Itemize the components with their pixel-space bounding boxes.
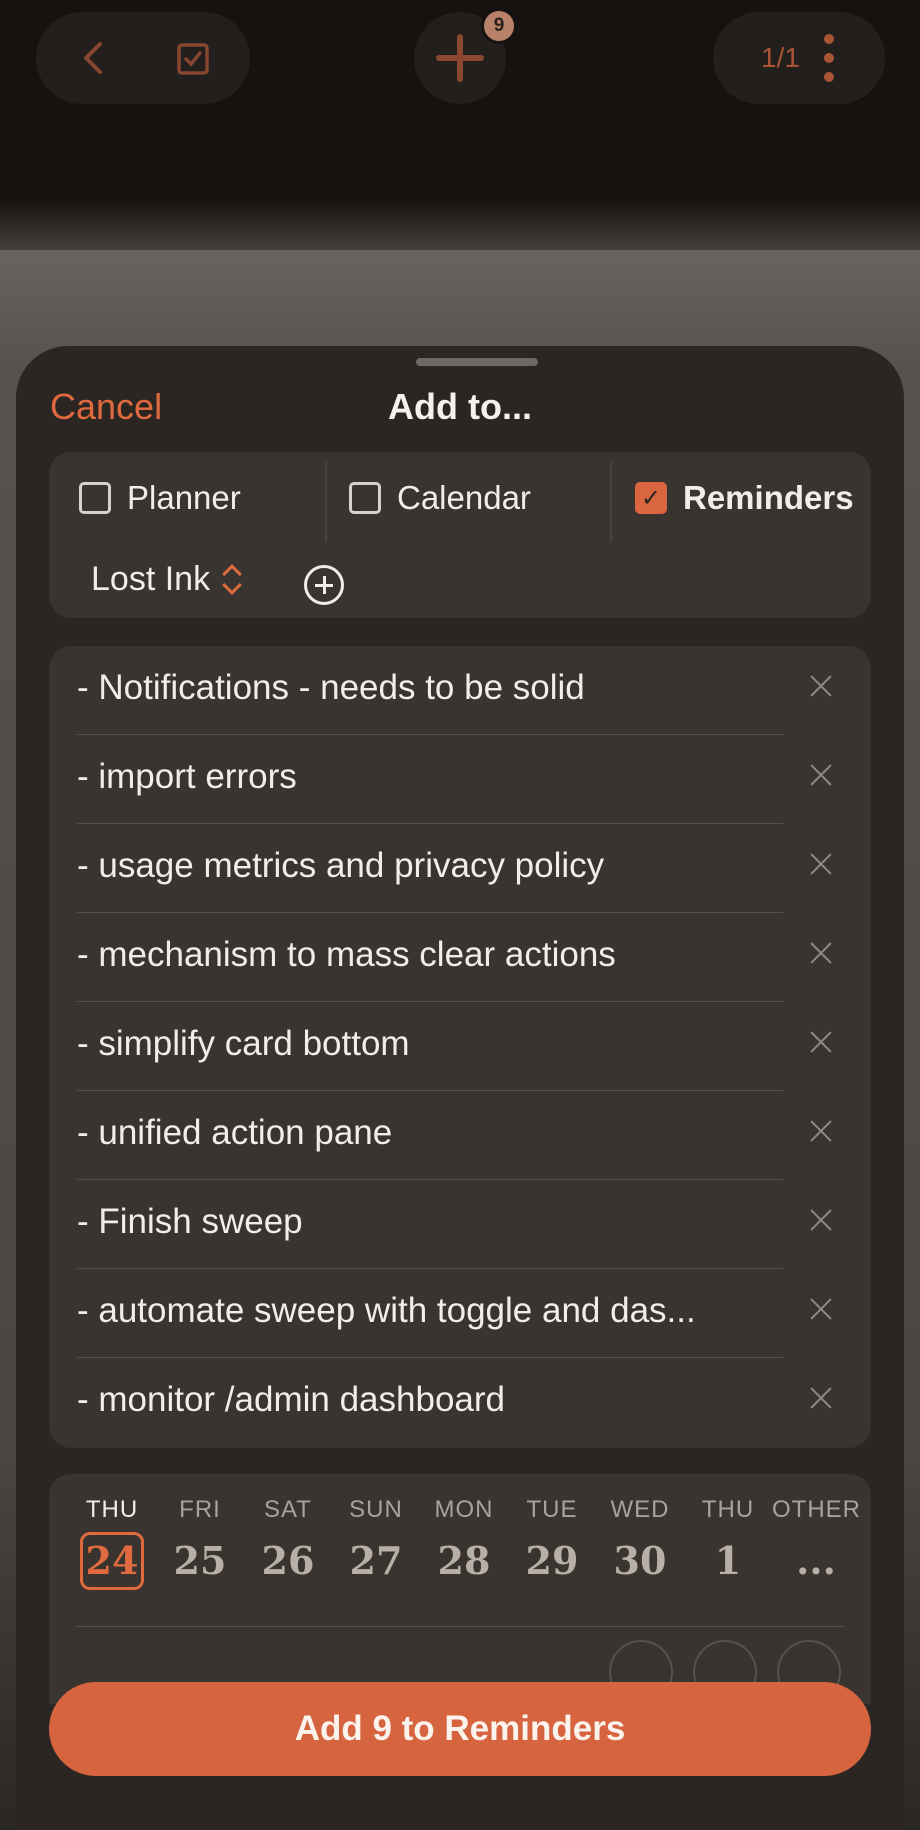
- sheet-grabber[interactable]: [416, 358, 538, 366]
- up-down-chevron-icon: [222, 563, 242, 597]
- back-icon[interactable]: [76, 40, 112, 76]
- day-number: 26: [261, 1538, 315, 1583]
- day-name: TUE: [526, 1496, 578, 1523]
- remove-icon[interactable]: [809, 763, 833, 787]
- add-to-reminders-button[interactable]: Add 9 to Reminders: [49, 1682, 871, 1776]
- remove-icon[interactable]: [809, 1208, 833, 1232]
- day-number: 29: [525, 1538, 579, 1583]
- item-text: - import errors: [77, 757, 297, 796]
- item-text: - monitor /admin dashboard: [77, 1380, 505, 1419]
- item-text: - Finish sweep: [77, 1202, 303, 1241]
- divider: [325, 462, 327, 542]
- day-name: WED: [610, 1496, 670, 1523]
- day-name: THU: [701, 1496, 755, 1523]
- destination-label: Calendar: [397, 479, 531, 516]
- item-text: - unified action pane: [77, 1113, 393, 1152]
- day-number: 25: [173, 1538, 227, 1583]
- divider: [610, 462, 612, 542]
- date-option[interactable]: SUN 27: [332, 1496, 420, 1590]
- date-option[interactable]: TUE 29: [508, 1496, 596, 1590]
- top-toolbar: 9 1/1: [0, 0, 920, 110]
- more-icon[interactable]: [823, 34, 835, 82]
- day-name: MON: [434, 1496, 494, 1523]
- list-item[interactable]: - monitor /admin dashboard: [49, 1358, 871, 1447]
- day-number: 1: [714, 1538, 742, 1583]
- page-indicator: 1/1: [761, 42, 800, 73]
- list-item[interactable]: - Finish sweep: [49, 1180, 871, 1269]
- remove-icon[interactable]: [809, 674, 833, 698]
- item-text: - Notifications - needs to be solid: [77, 668, 585, 707]
- remove-icon[interactable]: [809, 1119, 833, 1143]
- destination-panel: Planner Calendar ✓ Reminders Lost Ink: [49, 452, 871, 618]
- destination-label: Reminders: [683, 479, 854, 516]
- day-name: OTHER: [772, 1496, 861, 1523]
- date-option[interactable]: FRI 25: [156, 1496, 244, 1590]
- item-text: - simplify card bottom: [77, 1024, 410, 1063]
- nav-pill: [36, 12, 250, 104]
- date-option[interactable]: MON 28: [420, 1496, 508, 1590]
- item-text: - usage metrics and privacy policy: [77, 846, 605, 885]
- remove-icon[interactable]: [809, 941, 833, 965]
- items-list: - Notifications - needs to be solid - im…: [49, 646, 871, 1448]
- divider: [75, 1626, 845, 1627]
- item-text: - mechanism to mass clear actions: [77, 935, 616, 974]
- date-picker: THU 24 FRI 25 SAT 26 SUN 27 MON 28 TUE 2…: [49, 1474, 871, 1704]
- day-number: 28: [437, 1538, 491, 1583]
- date-option[interactable]: THU 24: [68, 1496, 156, 1590]
- list-item[interactable]: - unified action pane: [49, 1091, 871, 1180]
- remove-icon[interactable]: [809, 1030, 833, 1054]
- remove-icon[interactable]: [809, 852, 833, 876]
- day-name: SAT: [264, 1496, 312, 1523]
- destination-label: Planner: [127, 479, 241, 516]
- checkbox-icon[interactable]: [176, 42, 210, 76]
- remove-icon[interactable]: [809, 1386, 833, 1410]
- destination-reminders[interactable]: ✓ Reminders: [635, 452, 854, 544]
- day-number: 27: [349, 1538, 403, 1583]
- list-item[interactable]: - Notifications - needs to be solid: [49, 646, 871, 735]
- list-item[interactable]: - usage metrics and privacy policy: [49, 824, 871, 913]
- reminder-list-selector[interactable]: Lost Ink: [91, 560, 242, 599]
- date-option-other[interactable]: OTHER ...: [772, 1496, 860, 1590]
- day-number: 30: [613, 1538, 667, 1583]
- page-pill: 1/1: [713, 12, 885, 104]
- list-item[interactable]: - simplify card bottom: [49, 1002, 871, 1091]
- day-number: ...: [796, 1538, 836, 1583]
- destination-calendar[interactable]: Calendar: [349, 452, 531, 544]
- checkbox-icon: [349, 482, 381, 514]
- day-number: 24: [80, 1532, 144, 1590]
- day-name: THU: [85, 1496, 139, 1523]
- list-item[interactable]: - automate sweep with toggle and das...: [49, 1269, 871, 1358]
- plus-icon: [436, 34, 484, 82]
- list-name: Lost Ink: [91, 560, 211, 598]
- sheet-title: Add to...: [388, 386, 532, 427]
- date-option[interactable]: SAT 26: [244, 1496, 332, 1590]
- list-item[interactable]: - import errors: [49, 735, 871, 824]
- count-badge: 9: [481, 8, 517, 44]
- day-name: FRI: [179, 1496, 221, 1523]
- item-text: - automate sweep with toggle and das...: [77, 1291, 696, 1330]
- date-option[interactable]: WED 30: [596, 1496, 684, 1590]
- checkmark-icon: ✓: [635, 482, 667, 514]
- day-name: SUN: [349, 1496, 403, 1523]
- add-list-icon[interactable]: [304, 565, 344, 605]
- destination-planner[interactable]: Planner: [79, 452, 241, 544]
- remove-icon[interactable]: [809, 1297, 833, 1321]
- checkbox-icon: [79, 482, 111, 514]
- date-option[interactable]: THU 1: [684, 1496, 772, 1590]
- add-to-sheet: Cancel Add to... Planner Calendar ✓ Remi…: [16, 346, 904, 1830]
- list-item[interactable]: - mechanism to mass clear actions: [49, 913, 871, 1002]
